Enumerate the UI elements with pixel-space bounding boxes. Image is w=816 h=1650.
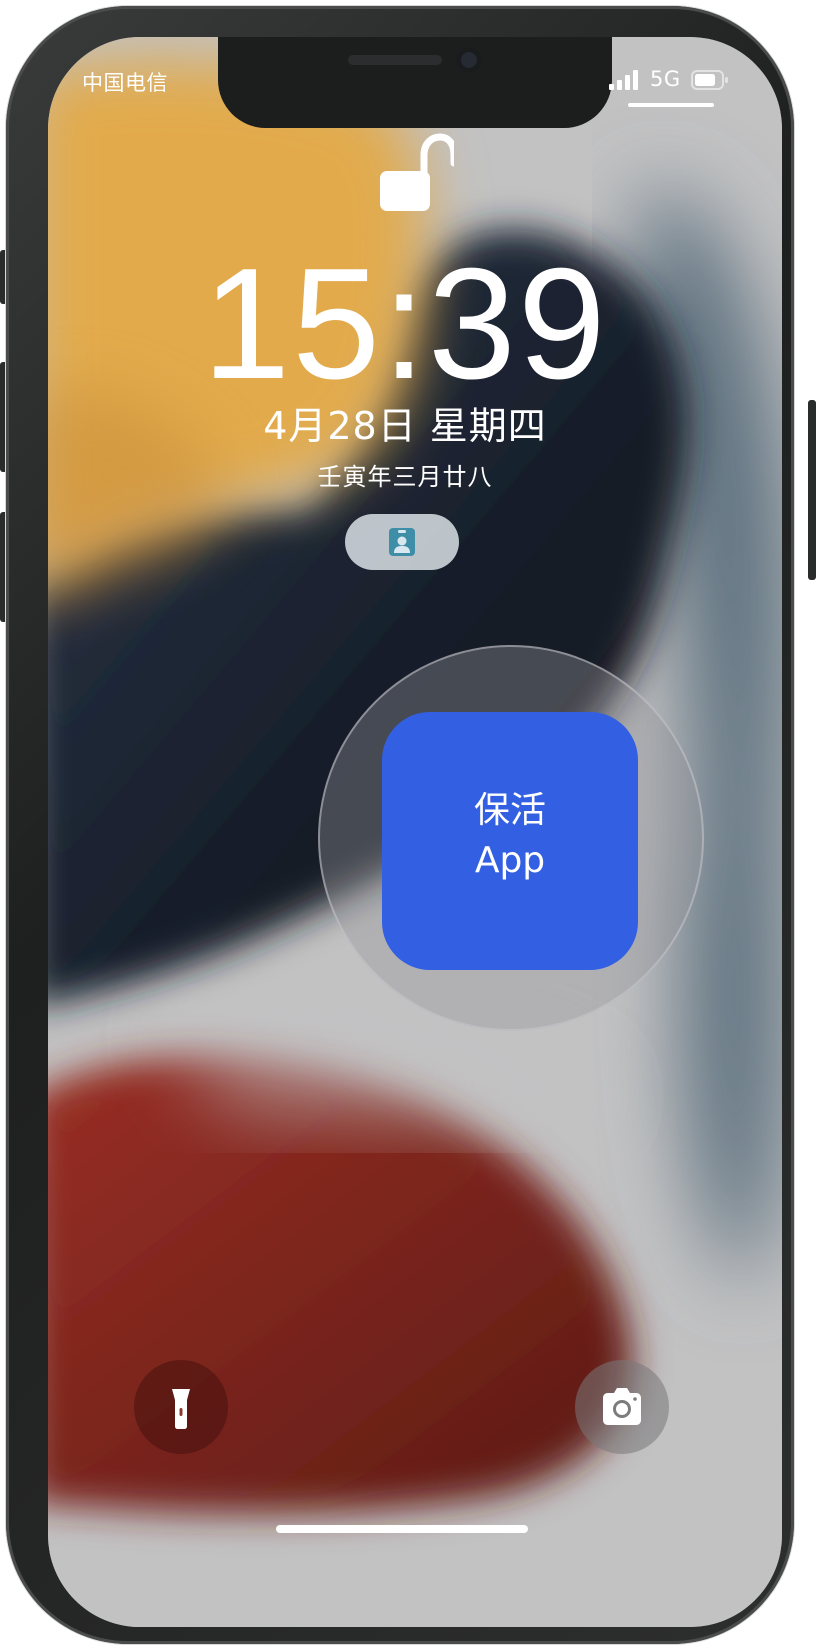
battery-icon <box>691 70 728 90</box>
cellular-signal-icon <box>609 70 638 90</box>
lock-screen: 中国电信 5G 15:39 4月28日 星期四 壬寅年三月廿八 保活 App <box>48 37 782 1627</box>
front-camera <box>456 47 482 73</box>
flashlight-button[interactable] <box>134 1360 228 1454</box>
earpiece-speaker <box>348 55 442 65</box>
lunar-date: 壬寅年三月廿八 <box>317 463 493 491</box>
contact-card-icon <box>389 528 415 556</box>
power-button <box>808 400 816 580</box>
app-label: 保活 App <box>473 790 546 881</box>
notch <box>218 37 612 128</box>
camera-icon <box>603 1388 641 1425</box>
lock-screen-date: 4月28日 星期四 <box>263 404 547 448</box>
lock-screen-clock: 15:39 <box>202 236 608 412</box>
flashlight-icon <box>172 1389 190 1429</box>
home-indicator[interactable] <box>276 1525 528 1533</box>
carrier-name: 中国电信 <box>82 71 168 95</box>
phone-frame: 中国电信 5G 15:39 4月28日 星期四 壬寅年三月廿八 保活 App <box>6 6 794 1644</box>
unlocked-padlock-icon <box>380 133 454 211</box>
phone-mockup: 中国电信 5G 15:39 4月28日 星期四 壬寅年三月廿八 保活 App <box>0 0 816 1650</box>
control-center-indicator[interactable] <box>628 103 714 107</box>
network-type: 5G <box>650 67 681 91</box>
keepalive-app-tile[interactable]: 保活 App <box>382 712 638 970</box>
camera-button[interactable] <box>575 1360 669 1454</box>
lock-screen-widget[interactable] <box>345 514 459 570</box>
